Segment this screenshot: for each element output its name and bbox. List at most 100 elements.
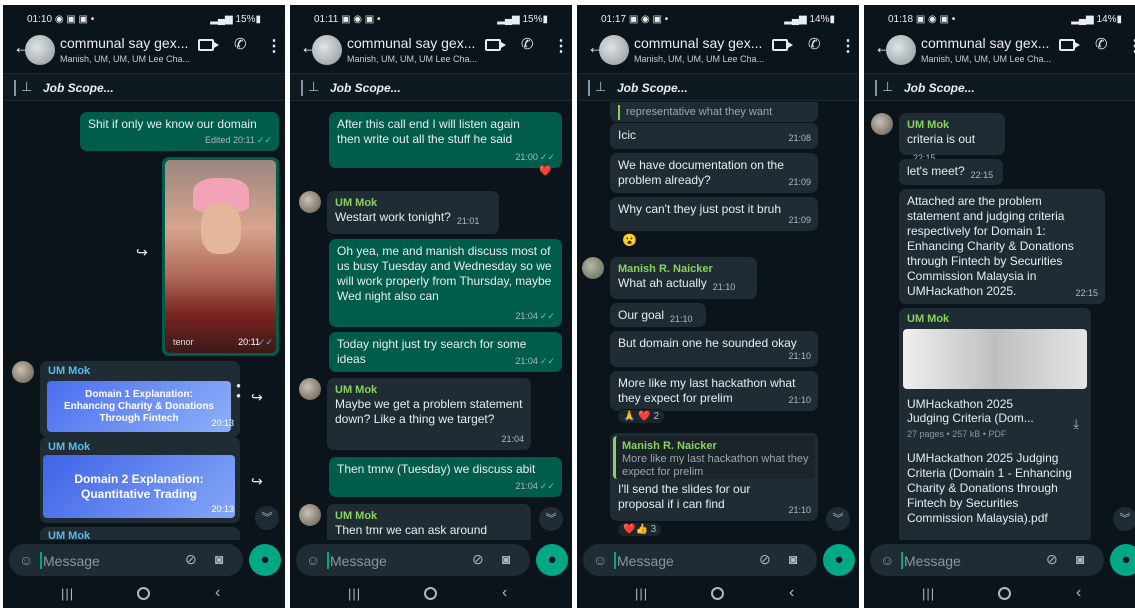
message-input[interactable]: ☺ Message ⊘ ◙ xyxy=(870,544,1104,576)
pinned-message-bar[interactable]: ⊥ Job Scope... xyxy=(577,73,859,101)
video-call-icon[interactable] xyxy=(772,39,793,51)
home-icon[interactable] xyxy=(424,587,437,600)
scroll-down-button[interactable]: ︾ xyxy=(826,507,850,531)
scroll-down-button[interactable]: ︾ xyxy=(1113,507,1135,531)
message-list[interactable]: UM Mok criteria is out22:15 let's meet? 2… xyxy=(864,102,1135,540)
video-call-icon[interactable] xyxy=(1059,39,1080,51)
recent-apps-icon[interactable]: ||| xyxy=(635,586,648,601)
incoming-message[interactable]: Manish R. Naicker What ah actually 21:10 xyxy=(610,257,757,299)
outgoing-message[interactable]: Then tmrw (Tuesday) we discuss abit 21:0… xyxy=(329,457,562,497)
incoming-message[interactable]: let's meet? 22:15 xyxy=(899,159,1003,185)
incoming-message-partial[interactable]: representative what they want xyxy=(610,102,818,122)
group-members[interactable]: Manish, UM, UM, UM Lee Cha... xyxy=(921,54,1051,64)
download-icon[interactable]: ⤓ xyxy=(1073,416,1079,432)
incoming-message-partial[interactable]: UM Mok xyxy=(40,527,240,540)
phone-call-icon[interactable]: ✆ xyxy=(808,35,821,53)
forward-icon[interactable]: ↪ xyxy=(136,244,148,261)
message-input[interactable]: ☺ Message ⊘ ◙ xyxy=(9,544,243,576)
phone-call-icon[interactable]: ✆ xyxy=(521,35,534,53)
home-icon[interactable] xyxy=(711,587,724,600)
message-input[interactable]: ☺ Message ⊘ ◙ xyxy=(583,544,817,576)
attach-icon[interactable]: ⊘ xyxy=(472,551,484,568)
pinned-message-bar[interactable]: ⊥ Job Scope... xyxy=(864,73,1135,101)
nav-back-icon[interactable]: ‹ xyxy=(215,584,220,602)
document-title[interactable]: UMHackathon 2025 Judging Criteria (Dom..… xyxy=(903,389,1087,425)
outgoing-message[interactable]: Shit if only we know our domain Edited 2… xyxy=(80,112,279,151)
nav-back-icon[interactable]: ‹ xyxy=(1076,584,1081,602)
video-call-icon[interactable] xyxy=(485,39,506,51)
video-call-icon[interactable] xyxy=(198,39,219,51)
incoming-message[interactable]: Why can't they just post it bruh 21:09 xyxy=(610,197,818,231)
group-title[interactable]: communal say gex... xyxy=(347,35,475,51)
recent-apps-icon[interactable]: ||| xyxy=(348,586,361,601)
sender-avatar[interactable] xyxy=(582,257,604,279)
outgoing-message[interactable]: Today night just try search for some ide… xyxy=(329,332,562,372)
phone-call-icon[interactable]: ✆ xyxy=(234,35,247,53)
incoming-message[interactable]: But domain one he sounded okay 21:10 xyxy=(610,331,818,367)
group-avatar[interactable] xyxy=(312,35,342,65)
attach-icon[interactable]: ⊘ xyxy=(1046,551,1058,568)
message-list[interactable]: Shit if only we know our domain Edited 2… xyxy=(3,102,285,540)
attach-icon[interactable]: ⊘ xyxy=(185,551,197,568)
sender-avatar[interactable] xyxy=(871,113,893,135)
group-title[interactable]: communal say gex... xyxy=(60,35,188,51)
group-avatar[interactable] xyxy=(886,35,916,65)
forward-icon[interactable]: ↪ xyxy=(251,389,263,406)
outgoing-message[interactable]: After this call end I will listen again … xyxy=(329,112,562,168)
message-reactions[interactable]: ❤️👍 3 xyxy=(617,522,663,537)
incoming-message[interactable]: UM Mok Maybe we get a problem statement … xyxy=(327,378,531,450)
nav-back-icon[interactable]: ‹ xyxy=(789,584,794,602)
home-icon[interactable] xyxy=(998,587,1011,600)
incoming-message[interactable]: UM Mok Westart work tonight? 21:01 xyxy=(327,191,499,234)
more-options-icon[interactable]: ⋮ xyxy=(266,36,282,56)
incoming-message[interactable]: More like my last hackathon what they ex… xyxy=(610,371,818,411)
incoming-message[interactable]: Icic 21:08 xyxy=(610,123,818,149)
forward-icon[interactable]: ↪ xyxy=(251,473,263,490)
emoji-icon[interactable]: ☺ xyxy=(19,552,33,568)
group-title[interactable]: communal say gex... xyxy=(634,35,762,51)
camera-icon[interactable]: ◙ xyxy=(789,551,797,567)
message-reaction[interactable]: 😮 xyxy=(617,232,642,248)
message-reactions[interactable]: 🙏 ❤️ 2 xyxy=(617,409,666,424)
incoming-message[interactable]: We have documentation on the problem alr… xyxy=(610,153,818,193)
quoted-reply[interactable]: Manish R. Naicker More like my last hack… xyxy=(613,436,815,479)
attach-icon[interactable]: ⊘ xyxy=(759,551,771,568)
slide-image[interactable]: Domain 1 Explanation: Enhancing Charity … xyxy=(47,381,231,432)
group-members[interactable]: Manish, UM, UM, UM Lee Cha... xyxy=(634,54,764,64)
group-avatar[interactable] xyxy=(599,35,629,65)
incoming-message[interactable]: Attached are the problem statement and j… xyxy=(899,189,1105,304)
recent-apps-icon[interactable]: ||| xyxy=(922,586,935,601)
message-reaction[interactable]: ❤️ xyxy=(534,165,556,178)
sender-avatar[interactable] xyxy=(299,378,321,400)
incoming-message[interactable]: UM Mok criteria is out22:15 xyxy=(899,113,1005,163)
more-options-icon[interactable]: ⋮ xyxy=(1127,36,1135,56)
sender-avatar[interactable] xyxy=(299,504,321,526)
group-title[interactable]: communal say gex... xyxy=(921,35,1049,51)
group-avatar[interactable] xyxy=(25,35,55,65)
message-input[interactable]: ☺ Message ⊘ ◙ xyxy=(296,544,530,576)
more-options-icon[interactable]: ⋮ xyxy=(553,36,569,56)
scroll-down-button[interactable]: ︾ xyxy=(539,507,563,531)
microphone-button[interactable]: ● xyxy=(249,544,281,576)
group-members[interactable]: Manish, UM, UM, UM Lee Cha... xyxy=(60,54,190,64)
incoming-image-message[interactable]: UM Mok Domain 2 Explanation: Quantitativ… xyxy=(40,437,240,523)
microphone-button[interactable]: ● xyxy=(1110,544,1135,576)
scroll-down-button[interactable]: ︾ xyxy=(255,506,279,530)
microphone-button[interactable]: ● xyxy=(536,544,568,576)
camera-icon[interactable]: ◙ xyxy=(215,551,223,567)
group-members[interactable]: Manish, UM, UM, UM Lee Cha... xyxy=(347,54,477,64)
message-list[interactable]: After this call end I will listen again … xyxy=(290,102,572,540)
message-list[interactable]: representative what they want Icic 21:08… xyxy=(577,102,859,540)
recent-apps-icon[interactable]: ||| xyxy=(61,586,74,601)
document-preview[interactable] xyxy=(903,329,1087,389)
camera-icon[interactable]: ◙ xyxy=(502,551,510,567)
sender-avatar[interactable] xyxy=(12,361,34,383)
phone-call-icon[interactable]: ✆ xyxy=(1095,35,1108,53)
home-icon[interactable] xyxy=(137,587,150,600)
pinned-message-bar[interactable]: ⊥ Job Scope... xyxy=(290,73,572,101)
sender-avatar[interactable] xyxy=(299,191,321,213)
more-options-icon[interactable]: ⋮ xyxy=(840,36,856,56)
pinned-message-bar[interactable]: ⊥ Job Scope... xyxy=(3,73,285,101)
incoming-message[interactable]: Our goal 21:10 xyxy=(610,303,706,327)
camera-icon[interactable]: ◙ xyxy=(1076,551,1084,567)
